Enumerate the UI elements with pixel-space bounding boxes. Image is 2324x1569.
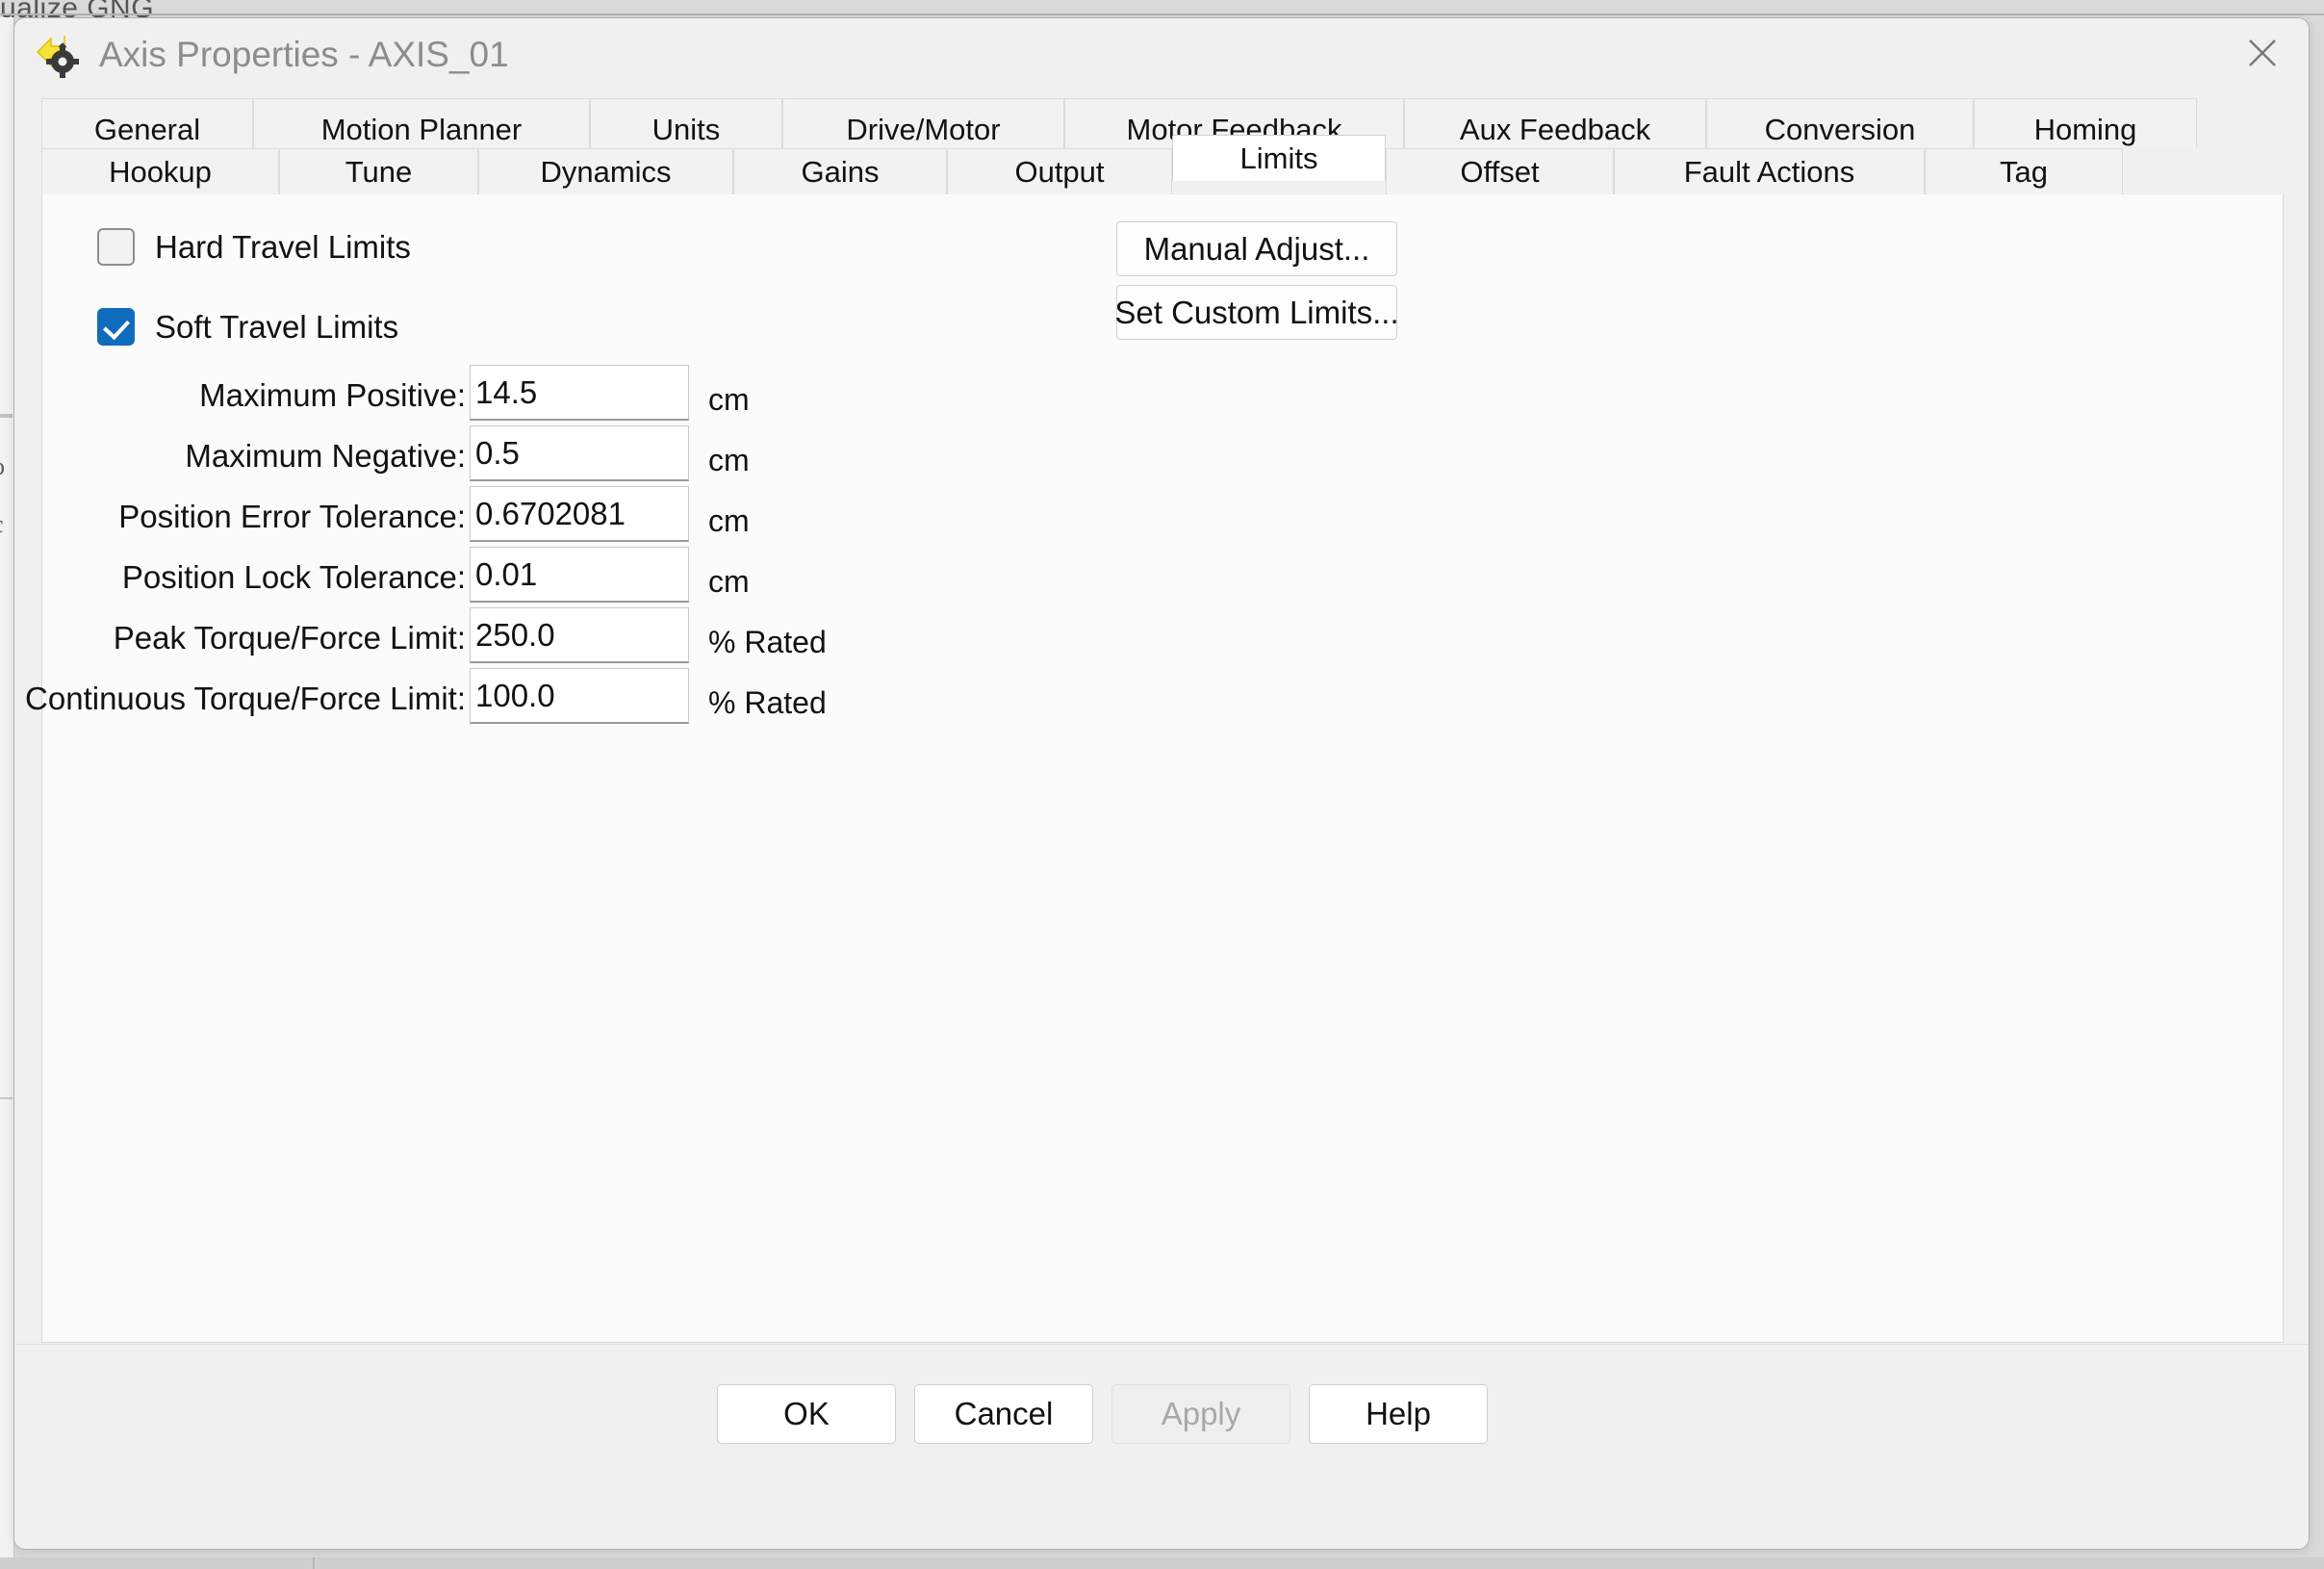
tab-output[interactable]: Output: [947, 148, 1172, 194]
tab-drive-motor[interactable]: Drive/Motor: [782, 98, 1064, 148]
checkbox-hard-travel-limits[interactable]: Hard Travel Limits: [97, 228, 411, 266]
tab-label: Output: [1014, 154, 1105, 189]
form-row: Maximum Negative: cm: [42, 425, 1159, 494]
cancel-button[interactable]: Cancel: [914, 1384, 1093, 1444]
field-unit: cm: [708, 564, 750, 599]
field-label: Position Error Tolerance:: [118, 499, 466, 534]
checkbox-label-hard: Hard Travel Limits: [155, 228, 411, 265]
tab-label: Drive/Motor: [846, 113, 1001, 146]
field-unit: % Rated: [708, 685, 827, 720]
field-label: Continuous Torque/Force Limit:: [25, 681, 466, 716]
checkbox-box-soft[interactable]: [97, 308, 135, 346]
tab-offset[interactable]: Offset: [1386, 148, 1614, 194]
close-icon[interactable]: [2216, 18, 2309, 88]
ok-button[interactable]: OK: [717, 1384, 896, 1444]
background-glyph-o: o: [0, 452, 5, 481]
dialog-titlebar: Axis Properties - AXIS_01: [14, 18, 2309, 98]
limits-panel: Hard Travel Limits Soft Travel Limits Ma…: [25, 194, 2284, 1343]
tab-limits[interactable]: Limits: [1172, 135, 1386, 181]
background-tree-divider: [0, 414, 13, 418]
field-input[interactable]: [470, 425, 689, 481]
tab-gains[interactable]: Gains: [733, 148, 947, 194]
dialog-title: Axis Properties - AXIS_01: [99, 35, 509, 74]
tab-row-2: Hookup Tune Dynamics Gains Output Limits Offse…: [41, 135, 2309, 194]
tab-units[interactable]: Units: [590, 98, 782, 148]
tab-label: Dynamics: [540, 154, 672, 189]
background-tree-divider-2: [0, 1097, 13, 1099]
field-label: Peak Torque/Force Limit:: [113, 620, 466, 656]
tab-fault-actions[interactable]: Fault Actions: [1614, 148, 1925, 194]
background-glyph-c: c: [0, 510, 4, 539]
form-row: Position Error Tolerance: cm: [42, 486, 1159, 554]
tab-hookup[interactable]: Hookup: [41, 148, 279, 194]
field-unit: % Rated: [708, 625, 827, 659]
tab-label: Fault Actions: [1683, 154, 1855, 189]
field-input[interactable]: [470, 486, 689, 542]
form-row: Peak Torque/Force Limit: % Rated: [42, 607, 1159, 676]
tab-tag[interactable]: Tag: [1925, 148, 2123, 194]
field-input[interactable]: [470, 365, 689, 421]
form-row: Position Lock Tolerance: cm: [42, 547, 1159, 615]
apply-button: Apply: [1111, 1384, 1290, 1444]
field-input[interactable]: [470, 668, 689, 724]
field-label: Maximum Positive:: [199, 377, 466, 413]
field-label: Maximum Negative:: [185, 438, 466, 474]
tab-tune[interactable]: Tune: [279, 148, 478, 194]
set-custom-limits-button[interactable]: Set Custom Limits...: [1114, 285, 1399, 340]
tab-label: Hookup: [109, 154, 212, 189]
axis-properties-dialog: Axis Properties - AXIS_01 General Motion …: [13, 17, 2310, 1550]
tab-label: Aux Feedback: [1459, 113, 1651, 146]
form-row: Maximum Positive: cm: [42, 365, 1159, 433]
tab-label: Offset: [1460, 154, 1540, 189]
help-button[interactable]: Help: [1309, 1384, 1488, 1444]
axis-gear-icon: [36, 33, 86, 83]
background-statusbar-divider: [313, 1557, 315, 1569]
tab-homing[interactable]: Homing: [1974, 98, 2197, 148]
tab-aux-feedback[interactable]: Aux Feedback: [1404, 98, 1706, 148]
field-unit: cm: [708, 382, 750, 417]
tab-label: Conversion: [1764, 113, 1916, 146]
tab-general[interactable]: General: [41, 98, 253, 148]
form-row: Continuous Torque/Force Limit: % Rated: [25, 668, 1159, 736]
tab-label: Tune: [345, 154, 413, 189]
background-statusbar: [0, 1557, 2324, 1569]
tab-label: General: [93, 113, 201, 146]
field-label: Position Lock Tolerance:: [121, 559, 466, 595]
dialog-footer: OK Cancel Apply Help: [14, 1344, 2309, 1549]
tab-conversion[interactable]: Conversion: [1706, 98, 1974, 148]
checkbox-box-hard[interactable]: [97, 228, 135, 266]
background-left-panel: [0, 17, 14, 1569]
field-unit: cm: [708, 443, 750, 477]
field-input[interactable]: [470, 547, 689, 603]
tab-dynamics[interactable]: Dynamics: [478, 148, 733, 194]
background-divider: [0, 13, 2324, 15]
tab-label: Motion Planner: [320, 113, 523, 146]
tab-label: Tag: [2000, 154, 2048, 189]
tab-label: Units: [651, 113, 721, 146]
field-input[interactable]: [470, 607, 689, 663]
tab-label: Limits: [1239, 141, 1318, 175]
tab-label: Homing: [2033, 113, 2137, 146]
tab-label: Gains: [801, 154, 880, 189]
field-unit: cm: [708, 503, 750, 538]
checkbox-label-soft: Soft Travel Limits: [155, 308, 399, 345]
tab-strip: General Motion Planner Units Drive/Motor Mot…: [14, 98, 2309, 194]
manual-adjust-button[interactable]: Manual Adjust...: [1116, 221, 1397, 276]
tab-motion-planner[interactable]: Motion Planner: [253, 98, 590, 148]
checkbox-soft-travel-limits[interactable]: Soft Travel Limits: [97, 308, 398, 346]
limits-form: Maximum Positive:cmMaximum Negative:cmPo…: [25, 365, 1159, 736]
